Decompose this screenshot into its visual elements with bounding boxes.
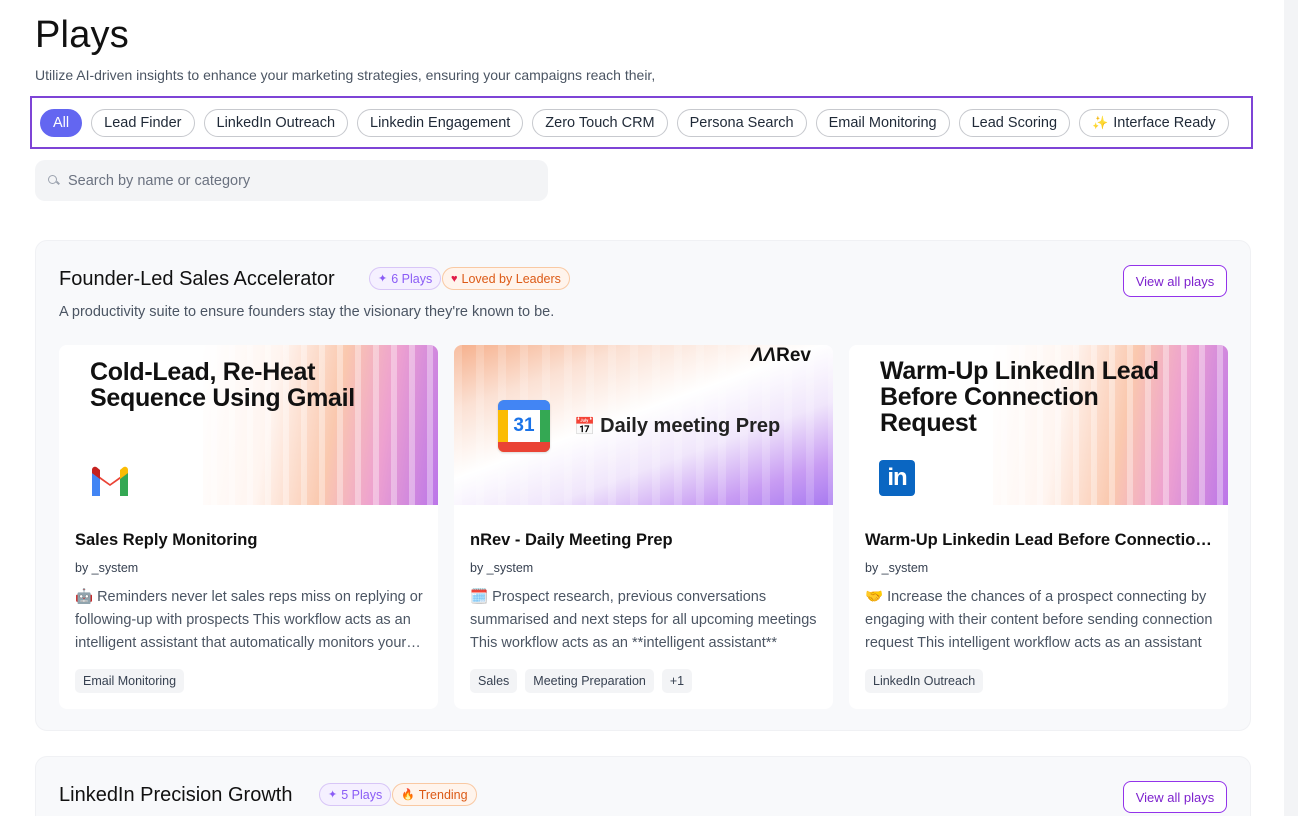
play-card-tags: Email Monitoring bbox=[75, 669, 185, 693]
play-thumbnail: Warm-Up LinkedIn Lead Before Connection … bbox=[849, 345, 1228, 505]
play-thumbnail: ɅΛRev 31 📅 Daily meeting Prep bbox=[454, 345, 833, 505]
filter-chip-linkedin-outreach[interactable]: LinkedIn Outreach bbox=[203, 108, 349, 137]
flame-icon: 🔥 bbox=[401, 789, 415, 801]
plays-count-badge: ✦ 5 Plays bbox=[319, 783, 392, 806]
page-subtitle: Utilize AI-driven insights to enhance yo… bbox=[35, 67, 656, 83]
sparkle-icon: ✦ bbox=[328, 789, 338, 801]
collection-linkedin-precision-growth: LinkedIn Precision Growth ✦ 5 Plays 🔥 Tr… bbox=[35, 756, 1251, 816]
heart-icon: ♥ bbox=[451, 272, 458, 285]
filter-chip-lead-finder[interactable]: Lead Finder bbox=[91, 108, 195, 137]
filter-chip-email-monitoring[interactable]: Email Monitoring bbox=[815, 108, 950, 137]
tag-badge-label: Trending bbox=[418, 787, 468, 802]
google-calendar-icon: 31 bbox=[498, 400, 550, 452]
filter-chip-linkedin-engagement[interactable]: Linkedin Engagement bbox=[357, 108, 524, 137]
play-card-tags: LinkedIn Outreach bbox=[865, 669, 984, 693]
play-card-author: by _system bbox=[470, 561, 534, 575]
view-all-plays-button[interactable]: View all plays bbox=[1123, 265, 1227, 297]
filter-chip-persona-search[interactable]: Persona Search bbox=[676, 108, 807, 137]
play-card-description: 🤖 Reminders never let sales reps miss on… bbox=[75, 589, 423, 651]
collection-title: Founder-Led Sales Accelerator bbox=[59, 268, 335, 290]
trending-badge: 🔥 Trending bbox=[392, 783, 477, 806]
gmail-icon bbox=[92, 466, 128, 496]
play-card-description: 🤝 Increase the chances of a prospect con… bbox=[865, 589, 1213, 651]
search-icon bbox=[48, 175, 59, 186]
collection-description: A productivity suite to ensure founders … bbox=[59, 304, 555, 320]
filter-chip-lead-scoring[interactable]: Lead Scoring bbox=[958, 108, 1071, 137]
page-title: Plays bbox=[35, 14, 129, 56]
more-tags-count[interactable]: +1 bbox=[661, 669, 693, 693]
plays-page: Plays Utilize AI-driven insights to enha… bbox=[0, 0, 1284, 816]
filter-chip-interface-ready[interactable]: ✨ Interface Ready bbox=[1079, 108, 1229, 137]
sparkle-icon: ✦ bbox=[378, 273, 388, 285]
play-card-warm-up-linkedin-lead[interactable]: Warm-Up LinkedIn Lead Before Connection … bbox=[849, 345, 1228, 709]
collection-title: LinkedIn Precision Growth bbox=[59, 784, 293, 806]
plays-count-label: 6 Plays bbox=[391, 271, 433, 286]
play-card-tags: Sales Meeting Preparation +1 bbox=[470, 669, 693, 693]
thumbnail-title: Warm-Up LinkedIn Lead Before Connection … bbox=[880, 357, 1159, 437]
play-card-sales-reply-monitoring[interactable]: Cold-Lead, Re-Heat Sequence Using Gmail … bbox=[59, 345, 438, 709]
plays-count-badge: ✦ 6 Plays bbox=[369, 267, 442, 290]
plays-count-label: 5 Plays bbox=[341, 787, 383, 802]
filter-chip-all[interactable]: All bbox=[40, 108, 83, 137]
tag: LinkedIn Outreach bbox=[865, 669, 984, 693]
category-filter-bar: All Lead Finder LinkedIn Outreach Linked… bbox=[30, 96, 1253, 149]
tag-badge-label: Loved by Leaders bbox=[461, 271, 561, 286]
collection-founder-led-sales: Founder-Led Sales Accelerator ✦ 6 Plays … bbox=[35, 240, 1251, 731]
filter-chip-zero-touch-crm[interactable]: Zero Touch CRM bbox=[532, 108, 668, 137]
tag: Email Monitoring bbox=[75, 669, 185, 693]
linkedin-icon: in bbox=[879, 460, 915, 496]
play-card-author: by _system bbox=[75, 561, 139, 575]
play-card-author: by _system bbox=[865, 561, 929, 575]
view-all-plays-button[interactable]: View all plays bbox=[1123, 781, 1227, 813]
thumbnail-title: 📅 Daily meeting Prep bbox=[574, 415, 781, 437]
play-card-daily-meeting-prep[interactable]: ɅΛRev 31 📅 Daily meeting Prep nRev - Dail… bbox=[454, 345, 833, 709]
search-bar bbox=[35, 160, 548, 201]
play-card-title: Sales Reply Monitoring bbox=[75, 531, 258, 549]
play-card-title: nRev - Daily Meeting Prep bbox=[470, 531, 673, 549]
search-input[interactable] bbox=[68, 172, 508, 189]
nrev-logo: ɅΛRev bbox=[750, 345, 811, 366]
play-card-title: Warm-Up Linkedin Lead Before Connection … bbox=[865, 531, 1212, 549]
sparkle-icon: ✨ bbox=[1092, 114, 1109, 130]
calendar-emoji-icon: 📅 bbox=[574, 417, 596, 436]
loved-by-leaders-badge: ♥ Loved by Leaders bbox=[442, 267, 570, 290]
tag: Sales bbox=[470, 669, 518, 693]
thumbnail-title: Cold-Lead, Re-Heat Sequence Using Gmail bbox=[90, 358, 355, 412]
play-card-description: 🗓️ Prospect research, previous conversat… bbox=[470, 589, 817, 651]
play-thumbnail: Cold-Lead, Re-Heat Sequence Using Gmail bbox=[59, 345, 438, 505]
filter-chip-label: Interface Ready bbox=[1113, 114, 1216, 131]
tag: Meeting Preparation bbox=[525, 669, 654, 693]
